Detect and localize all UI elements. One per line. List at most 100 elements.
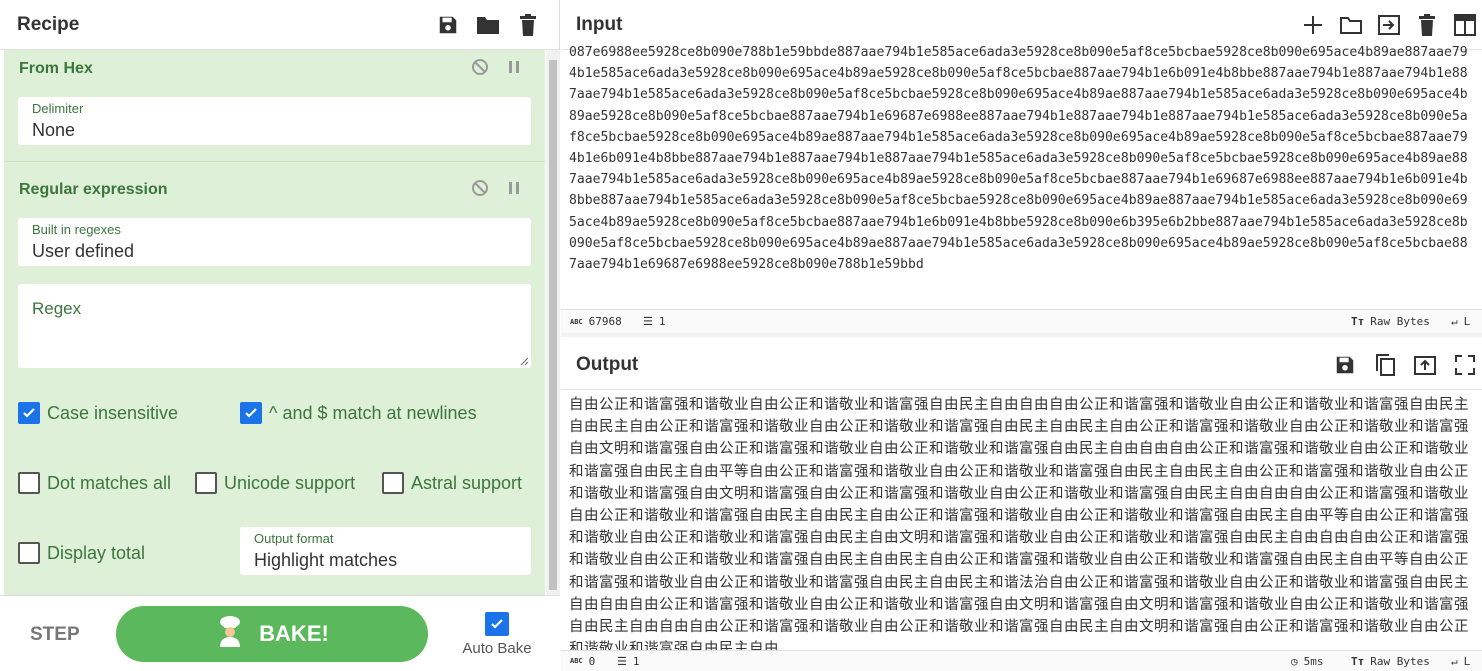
recipe-list: From Hex Delimiter None Regular expressi… bbox=[4, 50, 545, 595]
astral-support-checkbox[interactable]: Astral support bbox=[382, 472, 522, 494]
input-eol-button[interactable]: ↵ L bbox=[1451, 315, 1470, 328]
regex-textarea[interactable]: Regex bbox=[18, 284, 531, 368]
input-statusbar: ABC 67968 ☰ 1 Tт Raw Bytes ↵ L bbox=[561, 309, 1482, 333]
controls-bar: STEP BAKE! Auto Bake bbox=[0, 595, 560, 671]
cyberchef-app: Recipe From Hex Delimiter None Regular e… bbox=[0, 0, 1482, 671]
copy-icon[interactable] bbox=[1372, 352, 1398, 378]
output-format-label: Output format bbox=[254, 531, 334, 546]
input-title: Input bbox=[576, 13, 623, 35]
layout-icon[interactable] bbox=[1452, 12, 1478, 38]
regex-placeholder: Regex bbox=[32, 299, 82, 318]
pause-icon[interactable] bbox=[505, 58, 523, 76]
scrollbar-thumb[interactable] bbox=[549, 60, 557, 590]
return-icon: ↵ bbox=[1451, 654, 1458, 668]
recipe-header: Recipe bbox=[0, 0, 559, 50]
checkbox-box bbox=[18, 472, 40, 494]
folder-icon[interactable] bbox=[1338, 12, 1364, 38]
length-indicator: ABC 67968 bbox=[570, 315, 622, 328]
bake-time-indicator: ◷ 5ms bbox=[1291, 655, 1324, 668]
check-icon bbox=[485, 612, 509, 636]
output-format-select[interactable]: Output format Highlight matches bbox=[240, 527, 531, 575]
output-format-value: Highlight matches bbox=[254, 550, 398, 570]
multiline-label: ^ and $ match at newlines bbox=[269, 402, 477, 423]
output-header: Output bbox=[561, 340, 1482, 390]
output-lines: 1 bbox=[632, 654, 640, 668]
return-icon: ↵ bbox=[1451, 315, 1458, 328]
output-encoding-button[interactable]: Tт Raw Bytes bbox=[1351, 655, 1430, 668]
astral-support-label: Astral support bbox=[411, 472, 523, 493]
input-encoding: Raw Bytes bbox=[1370, 315, 1430, 328]
auto-bake-label: Auto Bake bbox=[462, 640, 532, 657]
checkbox-box bbox=[382, 472, 404, 494]
auto-bake-toggle[interactable]: Auto Bake bbox=[461, 612, 533, 657]
op-title: From Hex bbox=[19, 60, 93, 77]
delimiter-label: Delimiter bbox=[32, 101, 84, 116]
op-regular-expression[interactable]: Regular expression Built in regexes User… bbox=[4, 162, 545, 595]
input-encoding-button[interactable]: Tт Raw Bytes bbox=[1351, 315, 1430, 328]
text-icon: Tт bbox=[1351, 315, 1365, 328]
clock-icon: ◷ bbox=[1291, 654, 1298, 668]
bake-button[interactable]: BAKE! bbox=[116, 606, 428, 662]
step-button[interactable]: STEP bbox=[30, 624, 80, 646]
pause-icon[interactable] bbox=[505, 179, 523, 197]
dot-matches-all-label: Dot matches all bbox=[47, 472, 172, 493]
output-text[interactable]: 自由公正和谐富强和谐敬业自由公正和谐敬业和谐富强自由民主自由自由自由公正和谐富强… bbox=[569, 394, 1477, 650]
lines-icon: ☰ bbox=[643, 315, 653, 328]
abc-icon: ABC bbox=[570, 657, 583, 665]
save-icon[interactable] bbox=[435, 12, 461, 38]
replace-input-icon[interactable] bbox=[1412, 352, 1438, 378]
recipe-scrollbar[interactable] bbox=[546, 50, 560, 595]
input-file-icon[interactable] bbox=[1376, 12, 1402, 38]
unicode-support-label: Unicode support bbox=[224, 472, 356, 493]
input-textarea[interactable]: 087e6988ee5928ce8b090e788b1e59bbde887aae… bbox=[569, 42, 1475, 308]
delimiter-value: None bbox=[32, 120, 76, 140]
output-encoding: Raw Bytes bbox=[1370, 654, 1430, 668]
output-length: 0 bbox=[588, 654, 596, 668]
input-length: 67968 bbox=[588, 315, 622, 328]
recipe-pane: Recipe From Hex Delimiter None Regular e… bbox=[0, 0, 560, 671]
output-eol: L bbox=[1463, 654, 1471, 668]
output-title: Output bbox=[576, 353, 639, 375]
disable-icon[interactable] bbox=[471, 179, 489, 197]
output-eol-button[interactable]: ↵ L bbox=[1451, 655, 1470, 668]
disable-icon[interactable] bbox=[471, 58, 489, 76]
multiline-checkbox[interactable]: ^ and $ match at newlines bbox=[240, 402, 477, 424]
folder-icon[interactable] bbox=[475, 12, 501, 38]
resize-handle-icon[interactable] bbox=[519, 356, 529, 366]
built-in-regexes-select[interactable]: Built in regexes User defined bbox=[18, 218, 531, 266]
output-lines-indicator: ☰ 1 bbox=[617, 655, 640, 668]
delimiter-field[interactable]: Delimiter None bbox=[18, 97, 531, 145]
display-total-label: Display total bbox=[47, 542, 146, 563]
check-icon bbox=[240, 402, 262, 424]
output-length-indicator: ABC 0 bbox=[570, 655, 595, 668]
recipe-title: Recipe bbox=[17, 13, 80, 35]
lines-icon: ☰ bbox=[617, 654, 627, 668]
display-total-checkbox[interactable]: Display total bbox=[18, 542, 145, 564]
case-insensitive-label: Case insensitive bbox=[47, 402, 179, 423]
lines-indicator: ☰ 1 bbox=[643, 315, 666, 328]
input-eol: L bbox=[1463, 315, 1471, 328]
output-statusbar: ABC 0 ☰ 1 ◷ 5ms Tт Raw Bytes ↵ L bbox=[561, 650, 1482, 671]
case-insensitive-checkbox[interactable]: Case insensitive bbox=[18, 402, 178, 424]
check-icon bbox=[18, 402, 40, 424]
chef-icon bbox=[215, 615, 245, 653]
abc-icon: ABC bbox=[570, 317, 583, 326]
op-from-hex[interactable]: From Hex Delimiter None bbox=[4, 50, 545, 162]
checkbox-box bbox=[18, 542, 40, 564]
bake-time: 5ms bbox=[1303, 654, 1324, 668]
checkbox-box bbox=[195, 472, 217, 494]
built-in-regexes-label: Built in regexes bbox=[32, 222, 121, 237]
input-lines: 1 bbox=[658, 315, 666, 328]
bake-label: BAKE! bbox=[259, 621, 329, 646]
trash-icon[interactable] bbox=[1414, 12, 1440, 38]
maximize-icon[interactable] bbox=[1452, 352, 1478, 378]
pane-divider[interactable] bbox=[561, 333, 1482, 337]
plus-icon[interactable] bbox=[1300, 12, 1326, 38]
unicode-support-checkbox[interactable]: Unicode support bbox=[195, 472, 355, 494]
save-icon[interactable] bbox=[1332, 352, 1358, 378]
trash-icon[interactable] bbox=[515, 12, 541, 38]
text-icon: Tт bbox=[1351, 654, 1365, 668]
io-pane: Input 087e6988ee5928ce8b090e788b1e59bbde… bbox=[561, 0, 1482, 671]
dot-matches-all-checkbox[interactable]: Dot matches all bbox=[18, 472, 171, 494]
built-in-regexes-value: User defined bbox=[32, 241, 135, 261]
